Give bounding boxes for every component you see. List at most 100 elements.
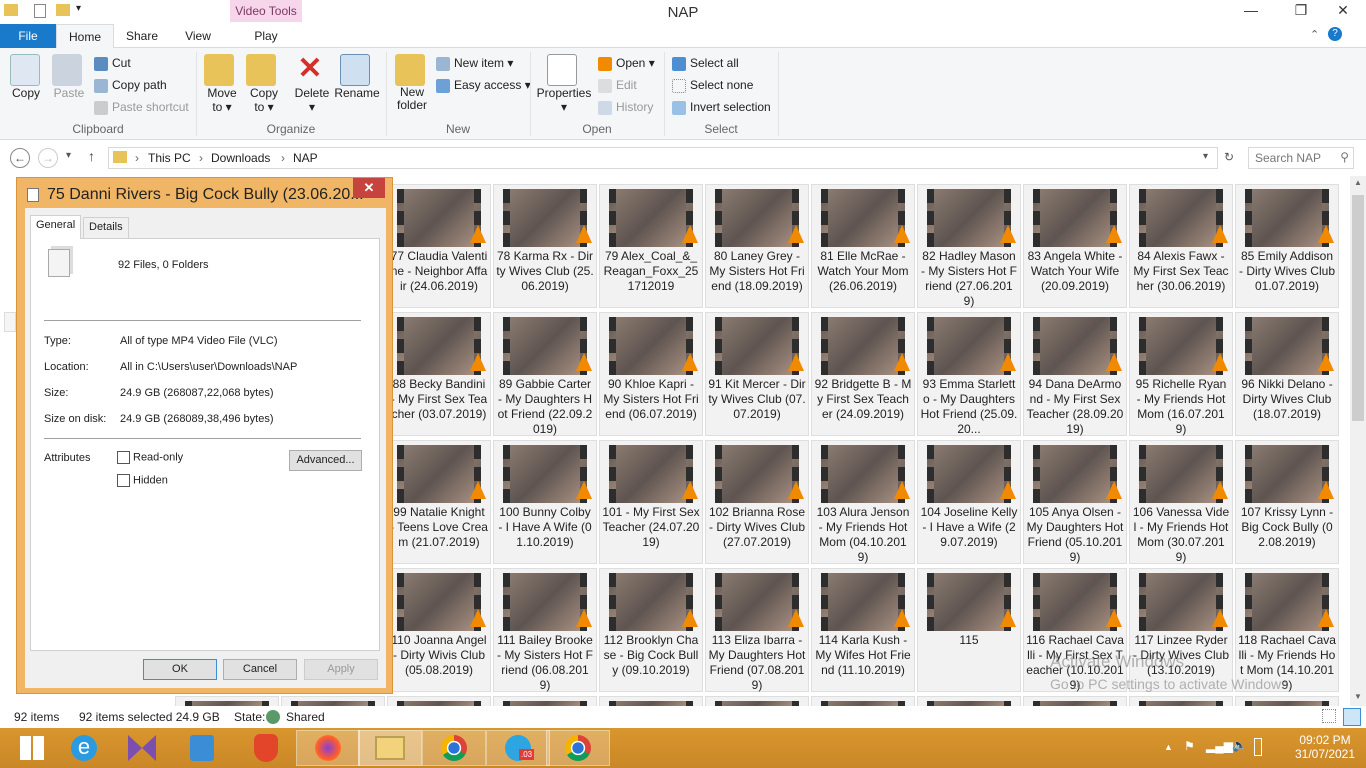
details-view-icon[interactable] bbox=[1322, 709, 1336, 723]
file-tile[interactable]: 88 Becky Bandini - My First Sex Teacher … bbox=[387, 312, 491, 436]
edit-button[interactable]: Edit bbox=[598, 78, 637, 93]
refresh-button[interactable]: ↻ bbox=[1224, 150, 1234, 164]
close-button[interactable]: ✕ bbox=[1320, 0, 1366, 22]
apply-button[interactable]: Apply bbox=[304, 659, 378, 680]
copy-button[interactable]: Copy bbox=[10, 54, 42, 100]
taskbar-telegram[interactable]: .03 bbox=[486, 730, 550, 766]
file-tile[interactable]: 85 Emily Addison - Dirty Wives Club 01.0… bbox=[1235, 184, 1339, 308]
forward-button[interactable]: → bbox=[38, 148, 58, 168]
breadcrumb-downloads[interactable]: Downloads bbox=[211, 151, 270, 165]
address-dropdown-icon[interactable]: ▾ bbox=[1203, 151, 1208, 162]
file-tile[interactable] bbox=[387, 696, 491, 706]
file-tile[interactable]: 112 Brooklyn Chase - Big Cock Bully (09.… bbox=[599, 568, 703, 692]
taskbar-media-player[interactable] bbox=[170, 730, 234, 766]
file-tile[interactable]: 95 Richelle Ryan - My Friends Hot Mom (1… bbox=[1129, 312, 1233, 436]
file-tile[interactable] bbox=[1235, 696, 1339, 706]
volume-icon[interactable]: 🔈 bbox=[1232, 738, 1247, 752]
file-tile[interactable]: 92 Bridgette B - My First Sex Teacher (2… bbox=[811, 312, 915, 436]
tab-details[interactable]: Details bbox=[83, 217, 129, 238]
file-tile[interactable]: 113 Eliza Ibarra - My Daughters Hot Frie… bbox=[705, 568, 809, 692]
open-button[interactable]: Open ▾ bbox=[598, 56, 655, 71]
recent-locations-button[interactable]: ▾ bbox=[66, 150, 71, 161]
cut-button[interactable]: Cut bbox=[94, 56, 131, 71]
large-icons-view-icon[interactable] bbox=[1343, 708, 1361, 726]
file-tile[interactable]: 80 Laney Grey - My Sisters Hot Friend (1… bbox=[705, 184, 809, 308]
paste-shortcut-button[interactable]: Paste shortcut bbox=[94, 100, 189, 115]
tab-home[interactable]: Home bbox=[56, 24, 114, 48]
file-tile[interactable]: 104 Joseline Kelly - I Have a Wife (29.0… bbox=[917, 440, 1021, 564]
taskbar-internet-explorer[interactable]: e bbox=[52, 730, 116, 766]
file-tile[interactable] bbox=[811, 696, 915, 706]
file-tile[interactable] bbox=[281, 696, 385, 706]
tab-file[interactable]: File bbox=[0, 24, 56, 48]
copy-path-button[interactable]: Copy path bbox=[94, 78, 167, 93]
file-tile[interactable] bbox=[917, 696, 1021, 706]
file-tile[interactable]: 115 bbox=[917, 568, 1021, 692]
address-bar[interactable]: › This PC › Downloads › NAP ▾ bbox=[108, 147, 1218, 169]
cancel-button[interactable]: Cancel bbox=[223, 659, 297, 680]
tab-share[interactable]: Share bbox=[114, 24, 170, 48]
rename-button[interactable]: Rename bbox=[334, 54, 380, 100]
advanced-button[interactable]: Advanced... bbox=[289, 450, 362, 471]
file-tile[interactable]: 79 Alex_Coal_&_Reagan_Foxx_251712019 bbox=[599, 184, 703, 308]
taskbar-firefox[interactable] bbox=[296, 730, 360, 766]
file-tile[interactable] bbox=[493, 696, 597, 706]
hidden-checkbox[interactable]: Hidden bbox=[117, 474, 168, 487]
select-all-button[interactable]: Select all bbox=[672, 56, 739, 71]
file-tile[interactable]: 94 Dana DeArmond - My First Sex Teacher … bbox=[1023, 312, 1127, 436]
new-folder-button[interactable]: New folder bbox=[392, 54, 432, 112]
file-tile[interactable]: 89 Gabbie Carter - My Daughters Hot Frie… bbox=[493, 312, 597, 436]
copy-to-button[interactable]: Copy to ▾ bbox=[244, 54, 282, 114]
file-tile[interactable]: 96 Nikki Delano - Dirty Wives Club (18.0… bbox=[1235, 312, 1339, 436]
invert-selection-button[interactable]: Invert selection bbox=[672, 100, 771, 115]
breadcrumb-this-pc[interactable]: This PC bbox=[148, 151, 191, 165]
taskbar-chrome-2[interactable] bbox=[546, 730, 610, 766]
file-tile[interactable]: 81 Elle McRae - Watch Your Mom (26.06.20… bbox=[811, 184, 915, 308]
network-signal-icon[interactable]: ▂▄▆ bbox=[1206, 739, 1233, 753]
file-tile[interactable]: 107 Krissy Lynn - Big Cock Bully (02.08.… bbox=[1235, 440, 1339, 564]
file-tile[interactable]: 118 Rachael Cavalli - My Friends Hot Mom… bbox=[1235, 568, 1339, 692]
tab-view[interactable]: View bbox=[170, 24, 226, 48]
minimize-button[interactable]: — bbox=[1228, 0, 1274, 22]
file-tile[interactable] bbox=[1023, 696, 1127, 706]
tab-play[interactable]: Play bbox=[230, 24, 302, 48]
dialog-close-button[interactable]: ✕ bbox=[353, 178, 385, 198]
file-tile[interactable]: 117 Linzee Ryder - Dirty Wives Club (13.… bbox=[1129, 568, 1233, 692]
file-tile[interactable]: 102 Brianna Rose - Dirty Wives Club (27.… bbox=[705, 440, 809, 564]
scroll-down-icon[interactable]: ▼ bbox=[1354, 692, 1362, 701]
taskbar-brave[interactable] bbox=[234, 730, 298, 766]
scroll-up-icon[interactable]: ▲ bbox=[1354, 178, 1362, 187]
select-none-button[interactable]: Select none bbox=[672, 78, 753, 93]
file-tile[interactable]: 114 Karla Kush - My Wifes Hot Friend (11… bbox=[811, 568, 915, 692]
file-tile[interactable]: 105 Anya Olsen - My Daughters Hot Friend… bbox=[1023, 440, 1127, 564]
file-tile[interactable]: 103 Alura Jenson - My Friends Hot Mom (0… bbox=[811, 440, 915, 564]
read-only-checkbox[interactable]: Read-only bbox=[117, 451, 183, 464]
file-tile[interactable]: 90 Khloe Kapri - My Sisters Hot Friend (… bbox=[599, 312, 703, 436]
file-tile[interactable]: 77 Claudia Valentine - Neighbor Affair (… bbox=[387, 184, 491, 308]
file-tile[interactable]: 106 Vanessa Videl - My Friends Hot Mom (… bbox=[1129, 440, 1233, 564]
taskbar-chrome[interactable] bbox=[422, 730, 486, 766]
file-tile[interactable]: 91 Kit Mercer - Dirty Wives Club (07.07.… bbox=[705, 312, 809, 436]
file-tile[interactable]: 82 Hadley Mason - My Sisters Hot Friend … bbox=[917, 184, 1021, 308]
properties-button[interactable]: Properties ▾ bbox=[536, 54, 592, 114]
easy-access-button[interactable]: Easy access ▾ bbox=[436, 78, 531, 93]
file-tile[interactable]: 99 Natalie Knight - Teens Love Cream (21… bbox=[387, 440, 491, 564]
file-tile[interactable]: 101 - My First Sex Teacher (24.07.2019) bbox=[599, 440, 703, 564]
delete-button[interactable]: ✕ Delete ▾ bbox=[292, 54, 332, 115]
paste-button[interactable]: Paste bbox=[52, 54, 86, 100]
tab-general[interactable]: General bbox=[30, 215, 82, 239]
file-tile[interactable] bbox=[175, 696, 279, 706]
file-tile[interactable]: 93 Emma Starletto - My Daughters Hot Fri… bbox=[917, 312, 1021, 436]
file-tile[interactable]: 111 Bailey Brooke - My Sisters Hot Frien… bbox=[493, 568, 597, 692]
taskbar-visual-studio[interactable] bbox=[110, 730, 174, 766]
file-tile[interactable]: 84 Alexis Fawx - My First Sex Teacher (3… bbox=[1129, 184, 1233, 308]
taskbar-file-explorer[interactable] bbox=[358, 730, 422, 766]
help-icon[interactable]: ? bbox=[1328, 27, 1342, 41]
new-item-button[interactable]: New item ▾ bbox=[436, 56, 513, 71]
back-button[interactable]: ← bbox=[10, 148, 30, 168]
maximize-button[interactable]: ❐ bbox=[1278, 0, 1324, 22]
file-tile[interactable]: 100 Bunny Colby - I Have A Wife (01.10.2… bbox=[493, 440, 597, 564]
search-input[interactable]: Search NAP ⚲ bbox=[1248, 147, 1354, 169]
breadcrumb-nap[interactable]: NAP bbox=[293, 151, 318, 165]
move-to-button[interactable]: Move to ▾ bbox=[202, 54, 240, 114]
